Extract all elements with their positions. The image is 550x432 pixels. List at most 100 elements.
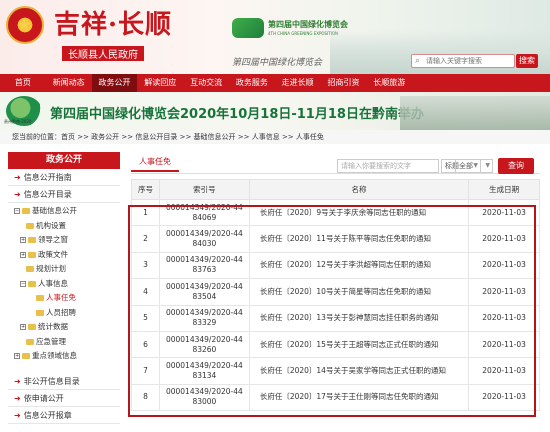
sidebar-item-label: 信息公开目录 (23, 190, 72, 199)
site-search-box[interactable]: ⌕ (411, 54, 515, 68)
folder-icon (28, 237, 36, 243)
expand-icon[interactable]: + (20, 324, 26, 330)
sidebar-item-reports[interactable]: ➜ 信息公开报章 (8, 407, 120, 424)
nav-item-interaction[interactable]: 互动交流 (183, 74, 229, 92)
expo-script-text: 第四届中国绿化博览会 (232, 58, 323, 68)
cell-title[interactable]: 长府任〔2020〕14号关于吴家学等同志正式任职的通知 (248, 357, 470, 385)
tree-node-appointments[interactable]: 人事任免 (8, 291, 120, 306)
tab-appointments[interactable]: 人事任免 (131, 152, 179, 172)
nav-item-tourism[interactable]: 长顺旅游 (366, 74, 412, 92)
site-search-input[interactable] (426, 55, 514, 67)
tree-node-planning[interactable]: 规划计划 (8, 262, 120, 277)
nav-item-gov-affairs[interactable]: 政务公开 (91, 74, 138, 92)
table-row[interactable]: 8 000014349/2020-44 83000 长府任〔2020〕17号关于王仕… (131, 383, 540, 412)
arrow-right-icon: ➜ (14, 190, 21, 199)
sidebar-item-guide[interactable]: ➜ 信息公开指南 (8, 169, 120, 186)
chevron-down-icon: ▼ (485, 162, 490, 169)
expand-icon[interactable]: + (14, 353, 20, 359)
tree-node-basic-info[interactable]: − 基础信息公开 (8, 204, 120, 219)
expand-icon[interactable]: + (20, 251, 26, 258)
expo-logo-icon (232, 18, 264, 38)
query-button[interactable]: 查询 (498, 158, 534, 174)
arrow-right-icon: ➜ (14, 394, 21, 403)
collapse-icon[interactable]: − (14, 208, 20, 214)
table-row[interactable]: 7 000014349/2020-44 83134 长府任〔2020〕14号关于吴家… (131, 357, 540, 385)
sidebar-item-label: 信息公开报章 (23, 411, 72, 420)
cell-no: 8 (131, 383, 160, 412)
cell-index: 000014349/2020-44 83329 (158, 304, 250, 332)
nav-item-news[interactable]: 新闻动态 (46, 74, 92, 92)
expo-subtitle: 4TH CHINA GREENING EXPOSITION (268, 31, 339, 36)
col-header-no: 序号 (131, 179, 160, 200)
cell-title[interactable]: 长府任〔2020〕10号关于简星等同志任免职的通知 (248, 278, 470, 306)
cell-title[interactable]: 长府任〔2020〕9号关于李庆余等同志任职的通知 (248, 198, 470, 227)
tree-node-personnel[interactable]: − 人事信息 (8, 277, 120, 292)
table-row[interactable]: 1 000014349/2020-44 84069 长府任〔2020〕9号关于李庆余… (131, 198, 540, 227)
nav-item-interpretation[interactable]: 解读回应 (137, 74, 183, 92)
table-row[interactable]: 6 000014349/2020-44 83260 长府任〔2020〕15号关于王超… (131, 330, 540, 359)
sidebar: 政务公开 ➜ 信息公开指南 ➜ 信息公开目录 − 基础信息公开 机构设置 + 领导之窗 … (8, 152, 120, 432)
tree-node-recruitment[interactable]: 人员招聘 (8, 306, 120, 321)
table-row[interactable]: 5 000014349/2020-44 83329 长府任〔2020〕13号关于彭神… (131, 304, 540, 332)
sidebar-item-label: 非公开信息目录 (23, 377, 80, 386)
folder-icon (22, 208, 30, 214)
nav-item-investment[interactable]: 招商引资 (321, 74, 367, 92)
cell-index: 000014349/2020-44 83504 (158, 278, 250, 306)
site-search-button[interactable]: 搜索 (516, 54, 538, 68)
banner-text: 第四届中国绿化博览会2020年10月18日-11月18日在黔南举办 (50, 107, 424, 122)
filter-scope-select[interactable]: 全部 ▼ (455, 159, 493, 173)
cell-index: 000014349/2020-44 83000 (158, 383, 250, 412)
sidebar-item-application[interactable]: ➜ 依申请公开 (8, 390, 120, 407)
filter-scope-value: 全部 (459, 162, 473, 170)
expo-banner[interactable]: 贵州黔南·2020 第四届中国绿化博览会2020年10月18日-11月18日在黔… (0, 92, 550, 130)
cell-title[interactable]: 长府任〔2020〕12号关于李洪超等同志任职的通知 (248, 251, 470, 280)
table-row[interactable]: 2 000014349/2020-44 84030 长府任〔2020〕11号关于陈平… (131, 225, 540, 253)
collapse-icon[interactable]: − (20, 280, 26, 287)
tree-node-policy[interactable]: + 政策文件 (8, 248, 120, 263)
main-nav: 首页 新闻动态 政务公开 解读回应 互动交流 政务服务 走进长顺 招商引资 长顺… (0, 74, 550, 92)
expand-icon[interactable]: + (20, 237, 26, 243)
cell-date: 2020-11-03 (468, 198, 540, 227)
tree-node-label: 规划计划 (36, 264, 66, 273)
folder-icon (36, 309, 44, 316)
arrow-right-icon: ➜ (14, 173, 21, 182)
cell-no: 5 (131, 304, 160, 332)
cell-no: 4 (131, 278, 160, 306)
site-header: ★ 吉祥·长顺 长顺县人民政府 第四届中国绿化博览会 4TH CHINA GRE… (0, 0, 550, 74)
sidebar-item-catalog[interactable]: ➜ 信息公开目录 (8, 186, 120, 203)
filter-search-input[interactable]: 请输入你要搜索的文字 (337, 159, 439, 173)
cell-index: 000014349/2020-44 83763 (158, 251, 250, 280)
search-icon: ⌕ (415, 56, 421, 66)
table-row[interactable]: 3 000014349/2020-44 83763 长府任〔2020〕12号关于李洪… (131, 251, 540, 280)
banner-decoration (400, 96, 550, 130)
national-emblem-icon: ★ (6, 6, 44, 44)
catalog-tree: − 基础信息公开 机构设置 + 领导之窗 + 政策文件 规划计划 − 人事信息 人事任免… (8, 204, 120, 364)
folder-icon (28, 324, 36, 330)
tree-node-label: 人员招聘 (46, 307, 76, 317)
cell-title[interactable]: 长府任〔2020〕15号关于王超等同志正式任职的通知 (248, 330, 470, 359)
sidebar-item-non-public[interactable]: ➜ 非公开信息目录 (8, 373, 120, 390)
sidebar-item-label: 依申请公开 (23, 394, 64, 403)
nav-item-about[interactable]: 走进长顺 (275, 74, 321, 92)
cell-date: 2020-11-03 (468, 251, 540, 280)
col-header-index: 索引号 (158, 179, 250, 200)
nav-item-services[interactable]: 政务服务 (229, 74, 275, 92)
arrow-right-icon: ➜ (14, 377, 21, 386)
nav-item-home[interactable]: 首页 (0, 74, 46, 92)
cell-index: 000014349/2020-44 83260 (158, 330, 250, 359)
table-row[interactable]: 4 000014349/2020-44 83504 长府任〔2020〕10号关于简星… (131, 278, 540, 306)
tree-node-org[interactable]: 机构设置 (8, 219, 120, 234)
cell-title[interactable]: 长府任〔2020〕17号关于王仕刚等同志任免职的通知 (248, 383, 470, 412)
tree-node-label: 机构设置 (36, 220, 66, 230)
tree-node-emergency[interactable]: 应急管理 (8, 335, 120, 350)
cell-date: 2020-11-03 (468, 278, 540, 306)
tree-node-label: 政策文件 (38, 249, 68, 259)
tree-node-statistics[interactable]: + 统计数据 (8, 320, 120, 335)
col-header-title: 名称 (248, 179, 470, 200)
tree-node-key-areas[interactable]: + 重点领域信息 (8, 349, 120, 364)
cell-title[interactable]: 长府任〔2020〕13号关于彭神慧同志挂任职务的通知 (248, 304, 470, 332)
cell-title[interactable]: 长府任〔2020〕11号关于陈平等同志任免职的通知 (248, 225, 470, 253)
tree-node-leaders[interactable]: + 领导之窗 (8, 233, 120, 248)
cell-date: 2020-11-03 (468, 383, 540, 412)
tree-node-label: 统计数据 (38, 322, 68, 331)
